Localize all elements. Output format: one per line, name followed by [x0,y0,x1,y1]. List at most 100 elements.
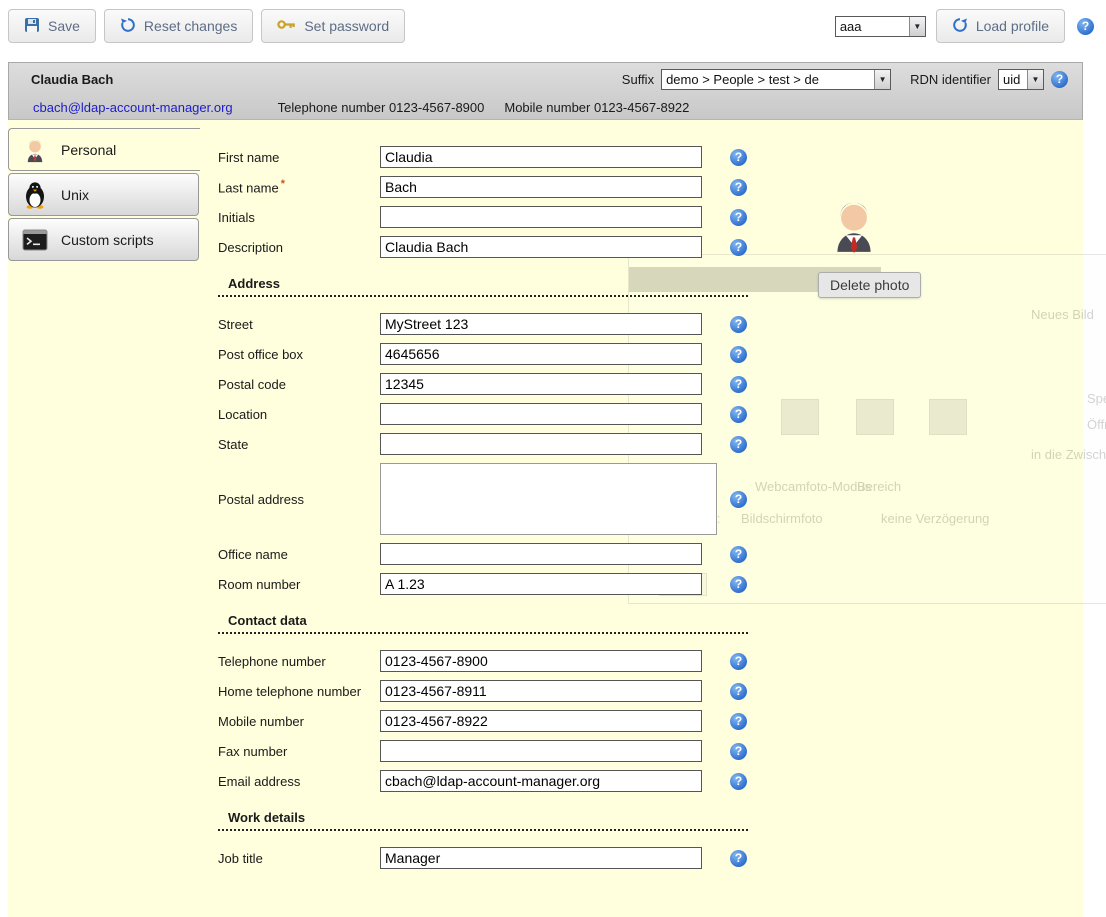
ghost-text: in die Zwischenablage [1031,447,1106,462]
email-address-input[interactable] [380,770,702,792]
initials-input[interactable] [380,206,702,228]
help-icon[interactable]: ? [730,773,747,790]
postal-code-input[interactable] [380,373,702,395]
last-name-input[interactable] [380,176,702,198]
description-label: Description [218,240,380,255]
first-name-input[interactable] [380,146,702,168]
help-icon[interactable]: ? [730,436,747,453]
ghost-text: keine Verzögerung [881,511,989,526]
location-input[interactable] [380,403,702,425]
form-row: Email address ? [218,770,760,792]
mobile-number-input[interactable] [380,710,702,732]
help-icon[interactable]: ? [730,850,747,867]
home-telephone-number-input[interactable] [380,680,702,702]
load-profile-button[interactable]: Load profile [936,9,1065,43]
profile-select[interactable]: aaa ▼ [835,16,926,37]
help-icon[interactable]: ? [730,239,747,256]
office-name-input[interactable] [380,543,702,565]
form-row: Post office box ? [218,343,760,365]
fax-number-label: Fax number [218,744,380,759]
section-title-address: Address [218,276,748,297]
postal-address-textarea[interactable] [380,463,717,535]
load-profile-icon [952,17,968,36]
post-office-box-input[interactable] [380,343,702,365]
form-row: Fax number ? [218,740,760,762]
help-icon[interactable]: ? [730,149,747,166]
rdn-identifier-select[interactable]: uid ▼ [998,69,1044,90]
section-title-contact-data: Contact data [218,613,748,634]
reset-changes-button[interactable]: Reset changes [104,9,253,43]
help-icon[interactable]: ? [730,376,747,393]
rdn-select-value: uid [999,70,1027,89]
ghost-text: Speichern [1087,391,1106,406]
account-header-row2: cbach@ldap-account-manager.org Telephone… [9,95,1082,120]
section-title-work-details: Work details [218,810,748,831]
person-icon [21,136,49,164]
load-profile-label: Load profile [976,18,1049,34]
form-row: Mobile number ? [218,710,760,732]
telephone-number-input[interactable] [380,650,702,672]
suffix-select[interactable]: demo > People > test > de ▼ [661,69,891,90]
save-button[interactable]: Save [8,9,96,43]
account-name: Claudia Bach [31,72,113,87]
help-icon[interactable]: ? [730,683,747,700]
form-row: Location ? [218,403,760,425]
set-password-button[interactable]: Set password [261,9,405,43]
form-row: Street ? [218,313,760,335]
help-icon[interactable]: ? [1051,71,1068,88]
postal-code-label: Postal code [218,377,380,392]
form-row: Room number ? [218,573,760,595]
help-icon[interactable]: ? [730,179,747,196]
initials-label: Initials [218,210,380,225]
help-icon[interactable]: ? [730,743,747,760]
room-number-input[interactable] [380,573,702,595]
last-name-label: Last name [218,181,279,196]
account-telephone: Telephone number 0123-4567-8900 [278,100,485,115]
reset-icon [120,17,136,36]
telephone-number-label: Telephone number [218,654,380,669]
help-icon[interactable]: ? [730,713,747,730]
office-name-label: Office name [218,547,380,562]
suffix-label: Suffix [622,72,654,87]
help-icon[interactable]: ? [730,546,747,563]
job-title-label: Job title [218,851,380,866]
room-number-label: Room number [218,577,380,592]
reset-changes-label: Reset changes [144,18,237,34]
ghost-text: Bereich [857,479,901,494]
ghost-text: Öffnen [1087,417,1106,432]
personal-form: First name ? Last name* ? Initials ? Des… [200,120,760,897]
module-tabs: Personal Unix Custom scripts [8,128,200,261]
ghost-button [856,399,894,435]
help-icon[interactable]: ? [730,491,747,508]
account-email-link[interactable]: cbach@ldap-account-manager.org [33,100,233,115]
help-icon[interactable]: ? [730,576,747,593]
ghost-text: Webcamfoto-Modus [755,479,871,494]
state-input[interactable] [380,433,702,455]
account-header-row1: Claudia Bach Suffix demo > People > test… [9,63,1082,95]
tab-personal[interactable]: Personal [8,128,200,171]
tab-custom-scripts-label: Custom scripts [61,232,154,248]
help-icon[interactable]: ? [730,406,747,423]
chevron-down-icon: ▼ [909,17,925,36]
help-icon[interactable]: ? [730,209,747,226]
help-icon[interactable]: ? [730,346,747,363]
chevron-down-icon: ▼ [1027,70,1043,89]
save-icon [24,17,40,36]
account-mobile: Mobile number 0123-4567-8922 [504,100,689,115]
form-row: Postal address ? [218,463,760,535]
help-icon[interactable]: ? [730,653,747,670]
fax-number-input[interactable] [380,740,702,762]
description-input[interactable] [380,236,702,258]
tab-custom-scripts[interactable]: Custom scripts [8,218,199,261]
mobile-number-label: Mobile number [218,714,380,729]
form-row: State ? [218,433,760,455]
delete-photo-button[interactable]: Delete photo [818,272,921,298]
form-row: Telephone number ? [218,650,760,672]
tux-penguin-icon [21,181,49,209]
job-title-input[interactable] [380,847,702,869]
tab-content-area: Neues Bild Speichern Öffnen in die Zwisc… [8,120,1083,917]
help-icon[interactable]: ? [1077,18,1094,35]
tab-unix[interactable]: Unix [8,173,199,216]
help-icon[interactable]: ? [730,316,747,333]
street-input[interactable] [380,313,702,335]
